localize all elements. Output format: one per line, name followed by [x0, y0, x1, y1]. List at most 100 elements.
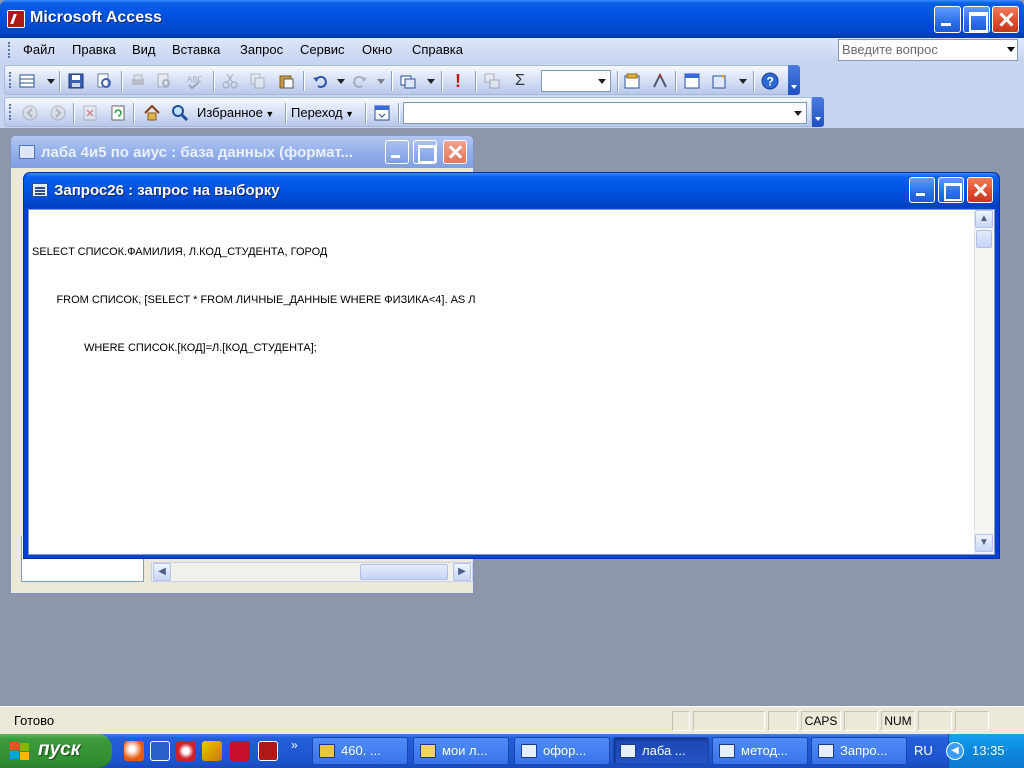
new-object-dropdown-arrow[interactable]: [739, 79, 747, 84]
undo-icon[interactable]: [311, 72, 329, 90]
redo-icon[interactable]: [351, 72, 369, 90]
scroll-thumb[interactable]: [360, 564, 448, 580]
query-icon[interactable]: [32, 183, 48, 197]
language-indicator[interactable]: RU: [914, 743, 933, 758]
menu-insert[interactable]: Вставка: [172, 42, 220, 57]
menu-edit[interactable]: Правка: [72, 42, 116, 57]
close-button[interactable]: [992, 6, 1019, 33]
taskbar-button[interactable]: мои л...: [413, 737, 509, 765]
minimize-button[interactable]: [934, 6, 961, 33]
query-maximize-button[interactable]: [938, 177, 964, 203]
db-close-button[interactable]: [443, 140, 467, 164]
menu-grip-handle[interactable]: [8, 42, 12, 58]
query-type-icon[interactable]: [399, 72, 417, 90]
view-dropdown-arrow[interactable]: [47, 79, 55, 84]
totals-sigma-icon[interactable]: Σ: [511, 72, 529, 90]
show-web-toolbar-only-icon[interactable]: [373, 104, 391, 122]
start-button[interactable]: пуск: [0, 734, 112, 768]
print-icon[interactable]: [129, 72, 147, 90]
maximize-button[interactable]: [963, 6, 990, 33]
top-values-combo[interactable]: [541, 70, 611, 92]
app-title-bar[interactable]: Microsoft Access: [0, 0, 1024, 38]
toolbar-grip-handle[interactable]: [9, 104, 13, 120]
command-bars: Файл Правка Вид Вставка Запрос Сервис Ок…: [0, 38, 1024, 128]
query-window-title-bar[interactable]: Запрос26 : запрос на выборку: [24, 173, 999, 207]
ask-question-box[interactable]: Введите вопрос: [838, 39, 1018, 61]
menu-help[interactable]: Справка: [412, 42, 463, 57]
copy-icon[interactable]: [249, 72, 267, 90]
toolbar-grip-handle[interactable]: [9, 72, 13, 88]
taskbar-button[interactable]: 460. ...: [312, 737, 408, 765]
scroll-thumb[interactable]: [976, 230, 992, 248]
scroll-left-button[interactable]: ◀: [153, 563, 171, 581]
query-minimize-button[interactable]: [909, 177, 935, 203]
build-icon[interactable]: [651, 72, 669, 90]
db-maximize-button[interactable]: [413, 140, 437, 164]
favorites-menu[interactable]: Избранное ▼: [197, 105, 274, 120]
menu-file[interactable]: Файл: [23, 42, 55, 57]
goto-menu[interactable]: Переход ▼: [291, 105, 354, 120]
scroll-up-button[interactable]: ▲: [975, 210, 993, 228]
menu-window[interactable]: Окно: [362, 42, 392, 57]
tray-expand-icon[interactable]: ◀: [946, 742, 964, 760]
sql-line: FROM СПИСОК, [SELECT * FROM ЛИЧНЫЕ_ДАННЫ…: [32, 294, 476, 306]
db-horizontal-scrollbar[interactable]: ◀ ▶: [151, 562, 473, 582]
chevron-down-icon[interactable]: [598, 79, 606, 84]
opera-icon[interactable]: [176, 741, 196, 761]
menu-view[interactable]: Вид: [132, 42, 156, 57]
scroll-right-button[interactable]: ▶: [453, 563, 471, 581]
media-player-icon[interactable]: [124, 741, 144, 761]
toolbar-options-chevron[interactable]: [788, 65, 800, 95]
new-object-icon[interactable]: [711, 72, 729, 90]
database-window-title-bar[interactable]: лаба 4и5 по аиус : база данных (формат..…: [11, 136, 473, 168]
run-icon[interactable]: !: [449, 72, 467, 90]
redo-dropdown-arrow[interactable]: [377, 79, 385, 84]
back-icon[interactable]: [21, 104, 39, 122]
save-icon[interactable]: [67, 72, 85, 90]
forward-icon[interactable]: [49, 104, 67, 122]
query-type-dropdown-arrow[interactable]: [427, 79, 435, 84]
print-preview-icon[interactable]: [155, 72, 173, 90]
stop-icon[interactable]: [81, 104, 99, 122]
spelling-icon[interactable]: ABC: [185, 72, 203, 90]
refresh-icon[interactable]: [109, 104, 127, 122]
access-icon: [620, 744, 636, 758]
taskbar-button[interactable]: лаба ...: [613, 737, 709, 765]
database-window-icon[interactable]: [683, 72, 701, 90]
help-icon[interactable]: ?: [761, 72, 779, 90]
query-window[interactable]: Запрос26 : запрос на выборку SELECT СПИС…: [23, 172, 1000, 559]
flashget-icon[interactable]: [202, 741, 222, 761]
properties-icon[interactable]: [623, 72, 641, 90]
menu-query[interactable]: Запрос: [240, 42, 283, 57]
undo-dropdown-arrow[interactable]: [337, 79, 345, 84]
paste-icon[interactable]: [277, 72, 295, 90]
clock[interactable]: 13:35: [972, 743, 1005, 758]
sql-vertical-scrollbar[interactable]: ▲ ▼: [974, 210, 994, 554]
database-window-icon[interactable]: [19, 145, 35, 159]
taskbar-button[interactable]: Запро...: [811, 737, 907, 765]
menu-tools[interactable]: Сервис: [300, 42, 345, 57]
db-minimize-button[interactable]: [385, 140, 409, 164]
show-table-icon[interactable]: [483, 72, 501, 90]
taskbar-button-label: офор...: [543, 743, 587, 758]
ie-icon[interactable]: [150, 741, 170, 761]
quicklaunch-more-icon[interactable]: »: [291, 738, 298, 752]
file-search-icon[interactable]: [95, 72, 113, 90]
access-quicklaunch-icon[interactable]: [258, 741, 278, 761]
cut-icon[interactable]: [221, 72, 239, 90]
taskbar-button[interactable]: метод...: [712, 737, 808, 765]
sql-editor[interactable]: SELECT СПИСОК.ФАМИЛИЯ, Л.КОД_СТУДЕНТА, Г…: [28, 209, 995, 555]
chevron-down-icon[interactable]: [1007, 47, 1015, 52]
taskbar-button-label: мои л...: [442, 743, 488, 758]
query-close-button[interactable]: [967, 177, 993, 203]
search-web-icon[interactable]: [171, 104, 189, 122]
chevron-down-icon[interactable]: [794, 111, 802, 116]
scroll-down-button[interactable]: ▼: [975, 534, 993, 552]
acrobat-icon[interactable]: [230, 741, 250, 761]
toolbar-options-chevron[interactable]: [812, 97, 824, 127]
home-icon[interactable]: [143, 104, 161, 122]
view-icon[interactable]: [18, 72, 36, 90]
access-app-icon[interactable]: [7, 10, 25, 28]
address-combo[interactable]: [403, 102, 807, 124]
taskbar-button[interactable]: офор...: [514, 737, 610, 765]
